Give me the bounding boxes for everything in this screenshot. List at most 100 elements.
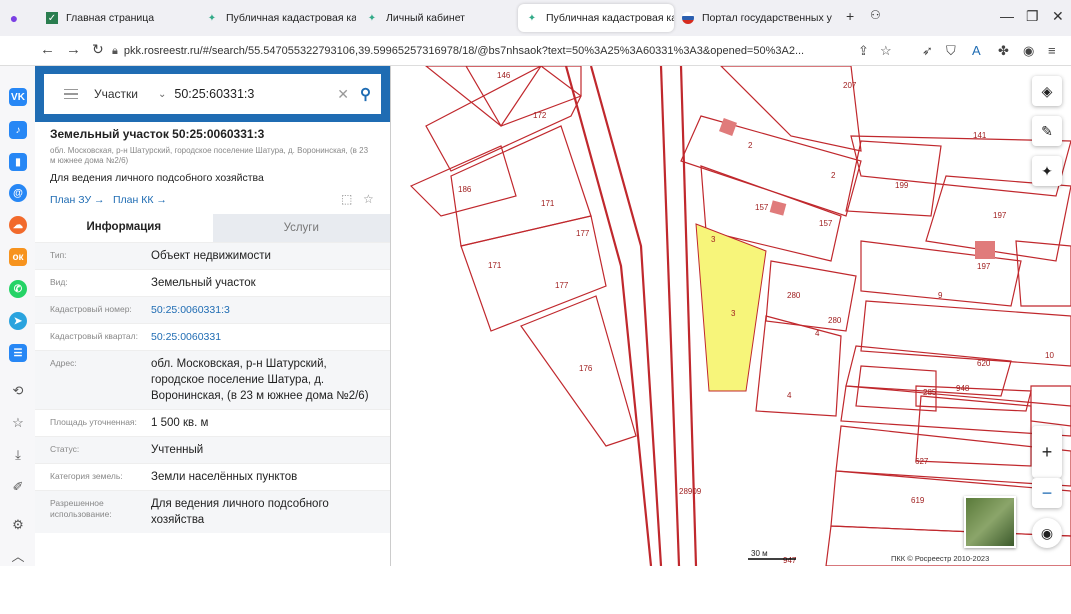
close-icon[interactable]: ✕ xyxy=(1052,8,1064,25)
parcel-label: 948 xyxy=(956,384,970,393)
share-icon[interactable]: ⇪ xyxy=(858,43,869,59)
plan-kk-link[interactable]: План КК → xyxy=(113,194,167,206)
parcel-label: 2 xyxy=(831,171,836,180)
parcel-label: 3 xyxy=(711,235,716,244)
mail-icon[interactable]: @ xyxy=(9,184,27,202)
whatsapp-icon[interactable]: ✆ xyxy=(9,280,27,298)
star-icon[interactable]: ☆ xyxy=(9,414,27,432)
profile-icon[interactable]: ◉ xyxy=(1023,43,1034,59)
ok-icon[interactable]: ок xyxy=(9,248,27,266)
telegram-icon[interactable]: ➤ xyxy=(9,312,27,330)
parcel-label: 627 xyxy=(915,457,929,466)
copyright-label: ПКК © Росреестр 2010-2023 xyxy=(891,554,989,563)
scale-label: 30 м xyxy=(751,549,768,558)
compass-icon[interactable]: ◉ xyxy=(1032,518,1062,548)
address-bar[interactable]: 🔒︎ pkk.rosreestr.ru/#/search/55.54705532… xyxy=(112,39,892,63)
parcel-label: 10 xyxy=(1045,351,1054,360)
tab-pkk-active[interactable]: ✦ Публичная кадастровая кар xyxy=(518,4,674,32)
shield-icon[interactable]: ⛉ xyxy=(946,43,956,59)
parcel-label: 146 xyxy=(497,71,511,80)
object-use: Для ведения личного подсобного хозяйства xyxy=(50,172,264,184)
parcel-label: 280 xyxy=(787,291,801,300)
parcel-label: 4 xyxy=(787,391,792,400)
parcel-label: 28909 xyxy=(679,487,702,496)
page-bottom xyxy=(0,566,1071,614)
table-row: Категория земель: Земли населённых пункто… xyxy=(35,463,390,490)
tab-information[interactable]: Информация xyxy=(35,214,213,242)
tab-gosuslugi-portal[interactable]: Портал государственных ус xyxy=(682,4,832,32)
parcel-label: 186 xyxy=(458,185,472,194)
back-icon[interactable]: ← xyxy=(40,41,55,58)
chevron-down-icon[interactable]: ⌄ xyxy=(158,89,166,100)
parcel-label: 199 xyxy=(895,181,909,190)
parcel-label: 141 xyxy=(973,131,987,140)
table-row: Тип: Объект недвижимости xyxy=(35,242,390,269)
layers-icon[interactable]: ◈ xyxy=(1032,76,1062,106)
bookmark-star-icon[interactable]: ☆ xyxy=(880,43,892,59)
tab-main-page[interactable]: ✓ Главная страница xyxy=(46,4,196,32)
zoom-control[interactable]: + xyxy=(1032,426,1062,478)
rosreestr-favicon-icon: ✦ xyxy=(527,12,537,24)
list-icon[interactable]: ☰ xyxy=(9,344,27,362)
favorite-star-icon[interactable]: ☆ xyxy=(363,192,374,206)
satellite-basemap-thumbnail[interactable] xyxy=(964,496,1016,548)
extensions-icon[interactable]: ✤ xyxy=(998,43,1009,59)
brush-icon[interactable]: ✐ xyxy=(9,478,27,496)
search-input[interactable]: 50:25:60331:3 xyxy=(174,87,254,101)
ruler-icon[interactable]: ✎ xyxy=(1032,116,1062,146)
forward-icon[interactable]: → xyxy=(66,41,81,58)
minimize-icon[interactable]: — xyxy=(1000,8,1014,24)
parcel-label: 177 xyxy=(576,229,590,238)
cadastral-map[interactable]: 146 172 207 141 2 2 199 186 171 157 157 197 177 171 19… xyxy=(391,66,1071,566)
vk-icon[interactable]: VK xyxy=(9,88,27,106)
tab-services[interactable]: Услуги xyxy=(212,214,390,242)
parcel-label: 3 xyxy=(731,309,736,318)
reload-icon[interactable]: ↻ xyxy=(92,41,104,58)
table-row: Площадь уточненная: 1 500 кв. м xyxy=(35,409,390,436)
cloud-icon[interactable]: ☁ xyxy=(9,216,27,234)
stats-icon[interactable]: ▮ xyxy=(9,153,27,171)
parcel-label: 177 xyxy=(555,281,569,290)
rocket-icon[interactable]: ➶ xyxy=(922,43,933,59)
parcel-label: 620 xyxy=(977,359,991,368)
lock-icon: 🔒︎ xyxy=(112,44,118,57)
parcel-label: 207 xyxy=(843,81,857,90)
hamburger-icon[interactable] xyxy=(64,86,78,103)
parcel-label: 172 xyxy=(533,111,547,120)
search-icon[interactable]: ⚲ xyxy=(360,85,371,103)
browser-toolbar: ← → ↻ 🔒︎ pkk.rosreestr.ru/#/search/55.54… xyxy=(0,36,1071,66)
table-row: Кадастровый квартал: 50:25:0060331 xyxy=(35,323,390,350)
music-icon[interactable]: ♪ xyxy=(9,121,27,139)
download-icon[interactable]: ⤓ xyxy=(9,446,27,464)
clear-icon[interactable]: ✕ xyxy=(337,86,349,103)
selected-parcel[interactable] xyxy=(695,223,767,392)
restore-icon[interactable]: ❐ xyxy=(1026,8,1039,25)
browser-logo-icon[interactable]: ● xyxy=(8,4,26,32)
plan-zu-link[interactable]: План ЗУ → xyxy=(50,194,105,206)
new-tab-icon[interactable]: + xyxy=(846,8,854,24)
chevron-up-icon[interactable]: ︿ xyxy=(9,546,27,564)
search-mode-select[interactable]: Участки xyxy=(94,87,138,101)
table-row: Вид: Земельный участок xyxy=(35,269,390,296)
panel-tabs: Информация Услуги xyxy=(35,214,390,242)
zoom-out-icon[interactable]: − xyxy=(1032,478,1062,508)
table-row: Разрешенное использование: Для ведения ли… xyxy=(35,490,390,533)
cadastral-quarter-link[interactable]: 50:25:0060331 xyxy=(151,329,381,345)
tab-personal-cabinet[interactable]: ✦ Личный кабинет xyxy=(366,4,506,32)
cadastral-number-link[interactable]: 50:25:0060331:3 xyxy=(151,302,381,318)
incognito-icon[interactable]: ⚇ xyxy=(870,8,881,22)
tab-pkk-1[interactable]: ✦ Публичная кадастровая кар xyxy=(206,4,356,32)
map-canvas[interactable]: 146 172 207 141 2 2 199 186 171 157 157 197 177 171 19… xyxy=(391,66,1071,566)
settings-icon[interactable]: ⚙ xyxy=(9,516,27,534)
table-row: Кадастровый номер: 50:25:0060331:3 xyxy=(35,296,390,323)
table-row: Адрес: обл. Московская, р-н Шатурский, го… xyxy=(35,350,390,409)
menu-icon[interactable]: ≡ xyxy=(1048,43,1056,58)
road-lines xyxy=(564,66,698,566)
history-icon[interactable]: ⟲ xyxy=(9,382,27,400)
locate-icon[interactable]: ✦ xyxy=(1032,156,1062,186)
translate-icon[interactable]: A xyxy=(972,43,981,58)
zoom-to-object-icon[interactable]: ⬚ xyxy=(341,192,352,206)
gosuslugi-favicon-icon: ✓ xyxy=(46,12,58,24)
zoom-in-icon[interactable]: + xyxy=(1042,442,1053,463)
rosreestr-favicon-icon: ✦ xyxy=(367,12,377,24)
